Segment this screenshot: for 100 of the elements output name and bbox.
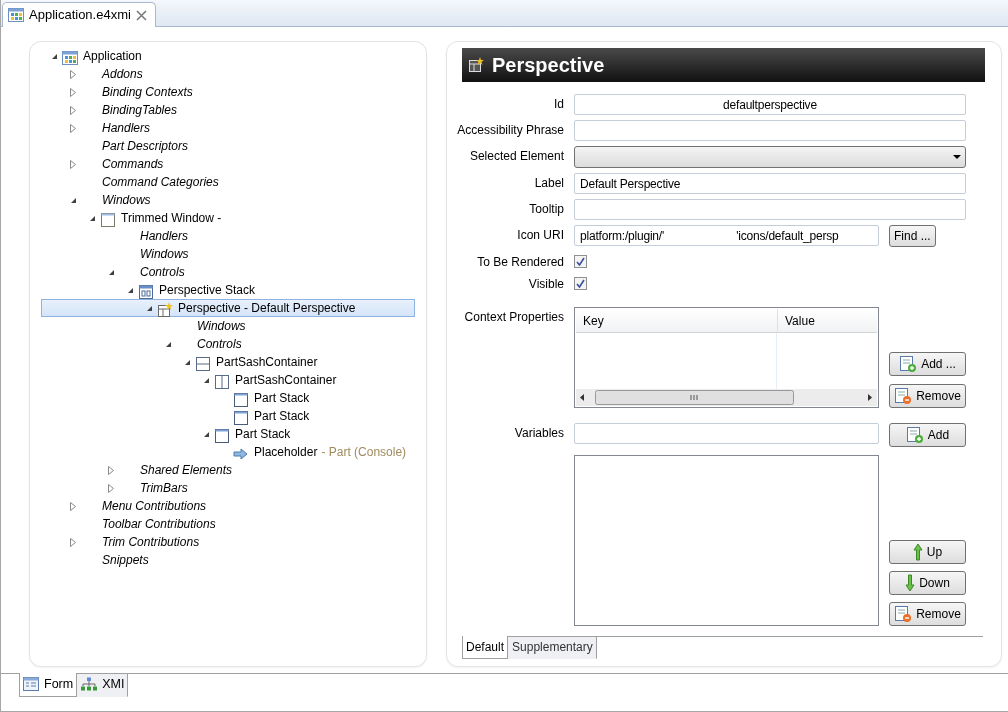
vertical-split-icon — [214, 373, 230, 390]
field-label: Icon URI — [516, 227, 564, 244]
tree-item[interactable]: Controls — [41, 335, 415, 353]
expanded-arrow-icon — [184, 358, 191, 366]
tree-item[interactable]: Perspective - Default Perspective — [41, 299, 415, 317]
window-icon — [233, 409, 249, 426]
tree-item[interactable]: Placeholder - Part (Console) — [41, 443, 415, 461]
application-icon — [8, 7, 24, 23]
field-label: To Be Rendered — [476, 255, 564, 269]
tree-item[interactable]: Part Stack — [41, 389, 415, 407]
expanded-arrow-icon — [165, 340, 172, 348]
field-label: Id — [553, 96, 564, 113]
remove-button[interactable]: Remove — [889, 384, 966, 408]
tree-item[interactable]: Trim Contributions — [41, 533, 415, 551]
field-label: Context Properties — [463, 309, 564, 326]
field-label: Selected Element — [468, 148, 564, 165]
properties-table[interactable]: Key Value — [574, 307, 879, 408]
tree-item[interactable]: Part Stack — [41, 407, 415, 425]
add-button[interactable]: Add — [889, 423, 966, 447]
expanded-arrow-icon — [51, 52, 58, 60]
tree-item[interactable]: Windows — [41, 191, 415, 209]
tree-item[interactable]: Addons — [41, 65, 415, 83]
tree-item[interactable]: Part Stack — [41, 425, 415, 443]
tab[interactable]: XMI — [77, 674, 129, 697]
section-header: Perspective — [462, 48, 985, 82]
perspective-icon — [468, 57, 484, 73]
dropdown[interactable] — [574, 146, 966, 168]
tree-item[interactable]: TrimBars — [41, 479, 415, 497]
tree-item[interactable]: PartSashContainer — [41, 353, 415, 371]
tree-item[interactable]: Command Categories — [41, 173, 415, 191]
expanded-arrow-icon — [203, 430, 210, 438]
tree-item[interactable]: Commands — [41, 155, 415, 173]
up-button[interactable]: Up — [889, 540, 966, 564]
tree-item[interactable]: Toolbar Contributions — [41, 515, 415, 533]
form-icon — [23, 677, 39, 692]
add-icon — [905, 426, 924, 444]
remove-icon — [894, 387, 913, 405]
text-field[interactable] — [574, 199, 966, 220]
tree-item[interactable]: Snippets — [41, 551, 415, 569]
tab[interactable]: Form — [19, 673, 78, 697]
tree-item[interactable]: Windows — [41, 245, 415, 263]
field-label: Variables — [513, 425, 564, 442]
expanded-arrow-icon — [89, 214, 96, 222]
tab-title: Application.e4xmi — [29, 6, 131, 25]
window-icon — [100, 211, 116, 228]
tree-item[interactable]: Application — [41, 47, 415, 65]
text-field[interactable] — [574, 120, 966, 141]
tree-item[interactable]: Shared Elements — [41, 461, 415, 479]
variables-list[interactable] — [574, 455, 879, 626]
checkbox[interactable] — [574, 277, 587, 290]
arrow-icon — [233, 445, 249, 462]
tree-item[interactable]: Binding Contexts — [41, 83, 415, 101]
expanded-arrow-icon — [108, 268, 115, 276]
tree-item[interactable]: Controls — [41, 263, 415, 281]
window-icon — [233, 391, 249, 408]
expanded-arrow-icon — [146, 304, 153, 312]
add-button[interactable]: Add ... — [889, 352, 966, 376]
stack-icon — [138, 283, 154, 300]
tab[interactable]: Supplementary — [508, 637, 597, 659]
tree-item[interactable]: Part Descriptors — [41, 137, 415, 155]
text-field[interactable]: platform:/plugin/' 'icons/default_persp — [574, 225, 879, 246]
collapsed-arrow-icon — [70, 159, 76, 169]
expanded-arrow-icon — [70, 196, 77, 204]
expanded-arrow-icon — [127, 286, 134, 294]
tree-item[interactable]: PartSashContainer — [41, 371, 415, 389]
tree-item[interactable]: Perspective Stack — [41, 281, 415, 299]
text-field[interactable]: Default Perspective — [574, 173, 966, 194]
window-icon — [214, 427, 230, 444]
checkbox[interactable] — [574, 255, 587, 268]
tab[interactable]: Default — [462, 636, 509, 659]
text-field[interactable]: defaultperspective — [574, 94, 966, 115]
collapsed-arrow-icon — [70, 537, 76, 547]
tree-item[interactable]: Trimmed Window - — [41, 209, 415, 227]
editor-tab[interactable]: Application.e4xmi — [2, 2, 156, 27]
text-field[interactable] — [574, 423, 879, 444]
down-button[interactable]: Down — [889, 571, 966, 595]
collapsed-arrow-icon — [70, 501, 76, 511]
find-button[interactable]: Find ... — [889, 225, 936, 247]
hierarchy-icon — [81, 677, 98, 692]
tree-item[interactable]: Menu Contributions — [41, 497, 415, 515]
remove-button[interactable]: Remove — [889, 602, 966, 626]
field-label: Tooltip — [528, 201, 564, 218]
down-arrow-icon — [905, 574, 916, 592]
remove-icon — [894, 605, 913, 623]
up-arrow-icon — [912, 543, 923, 561]
field-label: Accessibility Phrase — [456, 122, 564, 139]
application-icon — [62, 49, 78, 66]
column-header: Value — [784, 313, 815, 330]
horizontal-split-icon — [195, 355, 211, 372]
tree-item[interactable]: Handlers — [41, 119, 415, 137]
close-icon — [135, 9, 147, 21]
tree-item[interactable]: BindingTables — [41, 101, 415, 119]
tree-item[interactable]: Handlers — [41, 227, 415, 245]
caret-icon — [953, 155, 961, 159]
add-icon — [899, 355, 918, 373]
checkmark-icon — [576, 257, 585, 266]
tree-item[interactable]: Windows — [41, 317, 415, 335]
perspective-icon — [157, 301, 173, 318]
column-header: Key — [576, 309, 778, 332]
field-label: Label — [533, 175, 564, 192]
